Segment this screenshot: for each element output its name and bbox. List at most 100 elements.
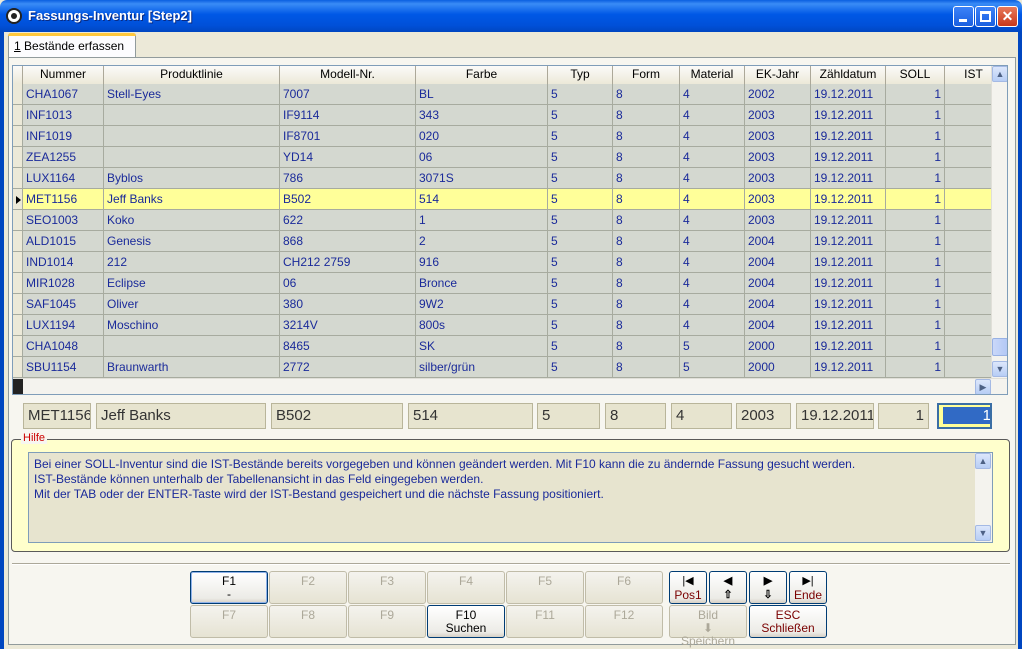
row-selector[interactable]	[13, 84, 23, 105]
row-selector[interactable]	[13, 273, 23, 294]
table-row[interactable]: CHA1067 Stell-Eyes 7007 BL 5 8 4 2002 19.12.2011…	[13, 84, 1003, 105]
esc-close-button[interactable]: ESC Schließen	[749, 605, 827, 638]
edit-form[interactable]: 8	[605, 403, 666, 429]
pos1-button[interactable]: |◀ Pos1	[669, 571, 707, 604]
scroll-up-button[interactable]: ▲	[992, 66, 1007, 82]
column-header[interactable]: EK-Jahr	[745, 66, 811, 84]
table-row[interactable]: SEO1003Koko6221584200319.12.201111	[13, 210, 1003, 231]
column-header[interactable]: Zähldatum	[811, 66, 886, 84]
next-button[interactable]: ▶ ⇩	[749, 571, 787, 604]
column-header[interactable]: Form	[613, 66, 680, 84]
help-legend: Hilfe	[21, 432, 48, 444]
edit-ist-value: 1	[943, 407, 990, 424]
table-row[interactable]: SAF1045Oliver3809W2584200419.12.201111	[13, 294, 1003, 315]
scroll-thumb[interactable]	[992, 338, 1007, 356]
column-header[interactable]: Produktlinie	[104, 66, 280, 84]
table-cell: 5	[548, 336, 613, 357]
f5-button[interactable]: F5	[506, 571, 584, 604]
column-header[interactable]: SOLL	[886, 66, 945, 84]
close-button[interactable]: ✕	[997, 6, 1018, 27]
arrow-up-icon: ⇧	[723, 589, 733, 601]
row-selector[interactable]	[13, 126, 23, 147]
column-header[interactable]: Nummer	[23, 66, 104, 84]
help-text-box[interactable]: Bei einer SOLL-Inventur sind die IST-Bes…	[28, 452, 993, 543]
ende-button[interactable]: ▶| Ende	[789, 571, 827, 604]
edit-typ[interactable]: 5	[537, 403, 600, 429]
column-header[interactable]: Farbe	[416, 66, 548, 84]
f4-button[interactable]: F4	[427, 571, 505, 604]
table-row[interactable]: INF1019IF8701020584200319.12.201111	[13, 126, 1003, 147]
table-cell: 8	[613, 126, 680, 147]
edit-ekjahr[interactable]: 2003	[736, 403, 791, 429]
table-row[interactable]: ALD1015Genesis8682584200419.12.201111	[13, 231, 1003, 252]
first-record-icon: |◀	[682, 575, 694, 587]
edit-ist[interactable]: 1	[937, 403, 992, 429]
row-selector[interactable]	[13, 252, 23, 273]
title-bar[interactable]: Fassungs-Inventur [Step2] ✕	[0, 0, 1022, 32]
f6-button[interactable]: F6	[585, 571, 663, 604]
edit-soll[interactable]: 1	[878, 403, 929, 429]
edit-farbe[interactable]: 514	[408, 403, 533, 429]
row-selector[interactable]	[13, 105, 23, 126]
row-selector[interactable]	[13, 231, 23, 252]
column-header[interactable]: Typ	[548, 66, 613, 84]
table-row[interactable]: INF1013IF9114343584200319.12.201111	[13, 105, 1003, 126]
table-row[interactable]: LUX1164Byblos7863071S584200319.12.201111	[13, 168, 1003, 189]
table-row[interactable]: LUX1194 Moschino 3214V 800s 5 8 4 2004 19.12.201…	[13, 315, 1003, 336]
row-selector[interactable]	[13, 294, 23, 315]
help-scroll-down-button[interactable]: ▼	[975, 525, 991, 541]
row-selector[interactable]	[13, 168, 23, 189]
table-cell: YD14	[280, 147, 416, 168]
previous-button[interactable]: ◀ ⇧	[709, 571, 747, 604]
table-cell: IF8701	[280, 126, 416, 147]
table-cell: 19.12.2011	[811, 84, 886, 105]
column-header[interactable]: Material	[680, 66, 745, 84]
minimize-button[interactable]	[953, 6, 974, 27]
grid-horizontal-scrollbar[interactable]: ▶	[13, 378, 1007, 394]
table-row[interactable]: MET1156 Jeff Banks B502 514 5 8 4 2003 19.12.201…	[13, 189, 1003, 210]
f3-button[interactable]: F3	[348, 571, 426, 604]
edit-nummer[interactable]: MET1156	[23, 403, 91, 429]
row-selector[interactable]	[13, 336, 23, 357]
table-cell: 4	[680, 84, 745, 105]
f9-button[interactable]: F9	[348, 605, 426, 638]
edit-zaehldatum[interactable]: 19.12.2011	[796, 403, 874, 429]
f1-button[interactable]: F1-	[190, 571, 268, 604]
table-row[interactable]: SBU1154 Braunwarth 2772 silber/grün 5 8 5 2000 1…	[13, 357, 1003, 378]
f11-button[interactable]: F11	[506, 605, 584, 638]
f11-key: F11	[535, 608, 555, 622]
row-selector[interactable]	[13, 357, 23, 378]
table-row[interactable]: MIR1028 Eclipse 06 Bronce 5 8 4 2004 19.12.2011 1…	[13, 273, 1003, 294]
help-scroll-up-button[interactable]: ▲	[975, 453, 991, 469]
inventory-grid[interactable]: Nummer Produktlinie Modell-Nr. Farbe Typ Form…	[12, 65, 1008, 395]
row-selector[interactable]	[13, 315, 23, 336]
table-cell: 2004	[745, 231, 811, 252]
edit-material[interactable]: 4	[671, 403, 732, 429]
table-row[interactable]: ZEA1255YD1406584200319.12.201111	[13, 147, 1003, 168]
app-eye-icon[interactable]	[6, 8, 22, 24]
row-selector[interactable]	[13, 147, 23, 168]
row-selector[interactable]	[13, 210, 23, 231]
f8-button[interactable]: F8	[269, 605, 347, 638]
hscroll-left-marker[interactable]	[13, 379, 23, 394]
f7-button[interactable]: F7	[190, 605, 268, 638]
window-frame-right	[1018, 32, 1022, 649]
edit-produktlinie[interactable]: Jeff Banks	[96, 403, 266, 429]
column-header[interactable]: Modell-Nr.	[280, 66, 416, 84]
table-cell: 8	[613, 84, 680, 105]
scroll-down-button[interactable]: ▼	[992, 361, 1007, 377]
tab-bestaende-erfassen[interactable]: 1 Bestände erfassen	[8, 33, 136, 57]
table-row[interactable]: IND1014 212 CH212 2759 916 5 8 4 2004 19.12.2011…	[13, 252, 1003, 273]
table-row[interactable]: CHA10488465SK585200019.12.201111	[13, 336, 1003, 357]
table-cell: SK	[416, 336, 548, 357]
bild-speichern-button[interactable]: Bild ⬇ Speichern	[669, 605, 747, 648]
help-scrollbar[interactable]: ▲ ▼	[975, 453, 992, 542]
edit-modell[interactable]: B502	[271, 403, 403, 429]
f2-button[interactable]: F2	[269, 571, 347, 604]
row-selector[interactable]	[13, 189, 23, 210]
maximize-button[interactable]	[975, 6, 996, 27]
scroll-right-button[interactable]: ▶	[975, 379, 991, 394]
grid-vertical-scrollbar[interactable]: ▲ ▼	[991, 66, 1007, 378]
f12-button[interactable]: F12	[585, 605, 663, 638]
f10-search-button[interactable]: F10 Suchen	[427, 605, 505, 638]
